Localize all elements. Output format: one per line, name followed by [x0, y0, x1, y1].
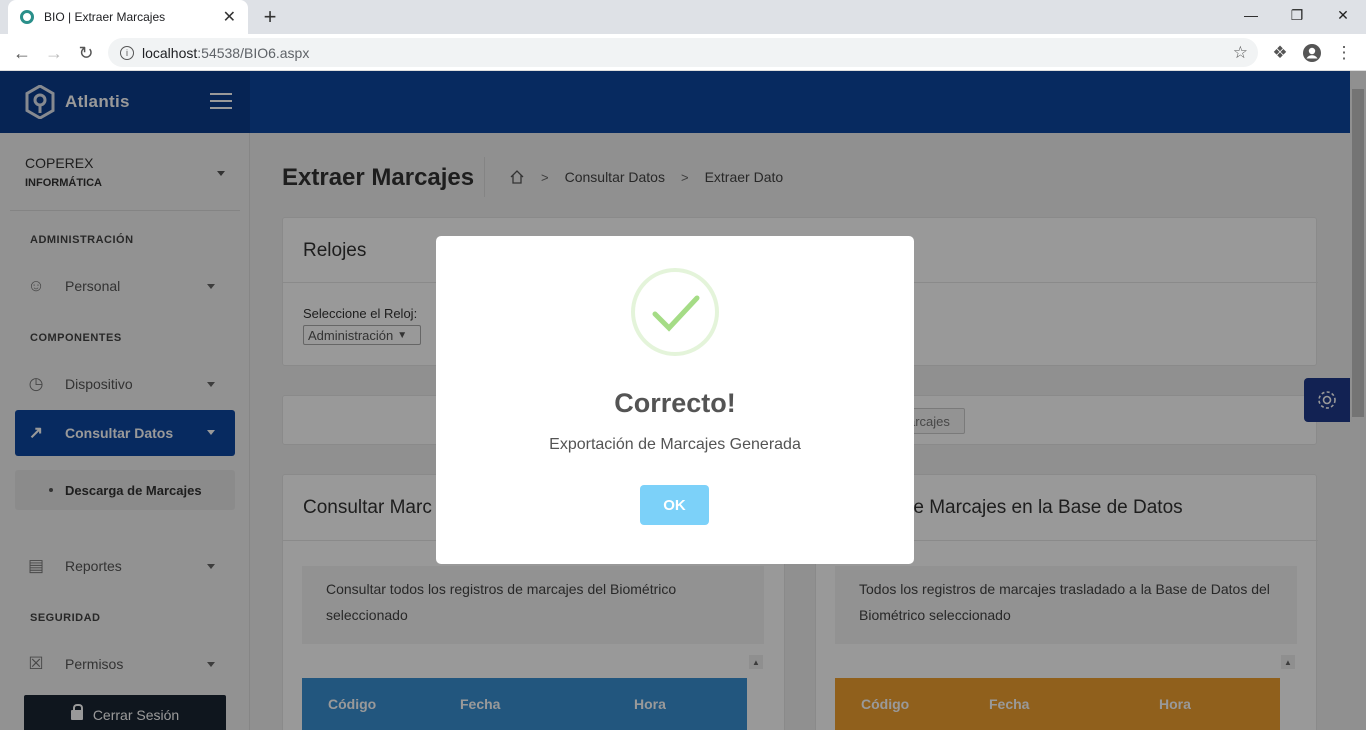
extensions-icon[interactable]: ❖	[1268, 41, 1292, 65]
bookmark-star-icon[interactable]: ☆	[1233, 43, 1248, 63]
tab-close-icon[interactable]: ✕	[223, 7, 236, 27]
browser-tab[interactable]: BIO | Extraer Marcajes ✕	[8, 0, 248, 34]
window-close-icon[interactable]: ✕	[1320, 0, 1366, 30]
success-dialog: Correcto! Exportación de Marcajes Genera…	[436, 236, 914, 564]
url-host: localhost	[142, 44, 198, 61]
profile-icon[interactable]	[1300, 41, 1324, 65]
new-tab-button[interactable]: +	[258, 4, 282, 30]
url-input[interactable]: i localhost:54538/BIO6.aspx ☆	[108, 38, 1258, 67]
tab-title: BIO | Extraer Marcajes	[44, 10, 166, 24]
dialog-title: Correcto!	[614, 388, 736, 418]
minimize-icon[interactable]: —	[1228, 0, 1274, 30]
favicon-icon	[20, 10, 34, 24]
back-icon[interactable]: ←	[10, 41, 34, 65]
restore-icon[interactable]: ❐	[1274, 0, 1320, 30]
success-check-icon	[631, 268, 719, 356]
browser-menu-icon[interactable]: ⋮	[1332, 41, 1356, 65]
url-path: :54538/BIO6.aspx	[197, 44, 310, 61]
ok-button[interactable]: OK	[640, 485, 709, 525]
dialog-message: Exportación de Marcajes Generada	[549, 436, 801, 453]
forward-icon[interactable]: →	[42, 41, 66, 65]
site-info-icon[interactable]: i	[120, 45, 134, 60]
reload-icon[interactable]: ↻	[74, 41, 98, 65]
address-bar-row: ← → ↻ i localhost:54538/BIO6.aspx ☆ ❖ ⋮	[0, 34, 1366, 71]
browser-tabstrip: BIO | Extraer Marcajes ✕ + — ❐ ✕	[0, 0, 1366, 34]
